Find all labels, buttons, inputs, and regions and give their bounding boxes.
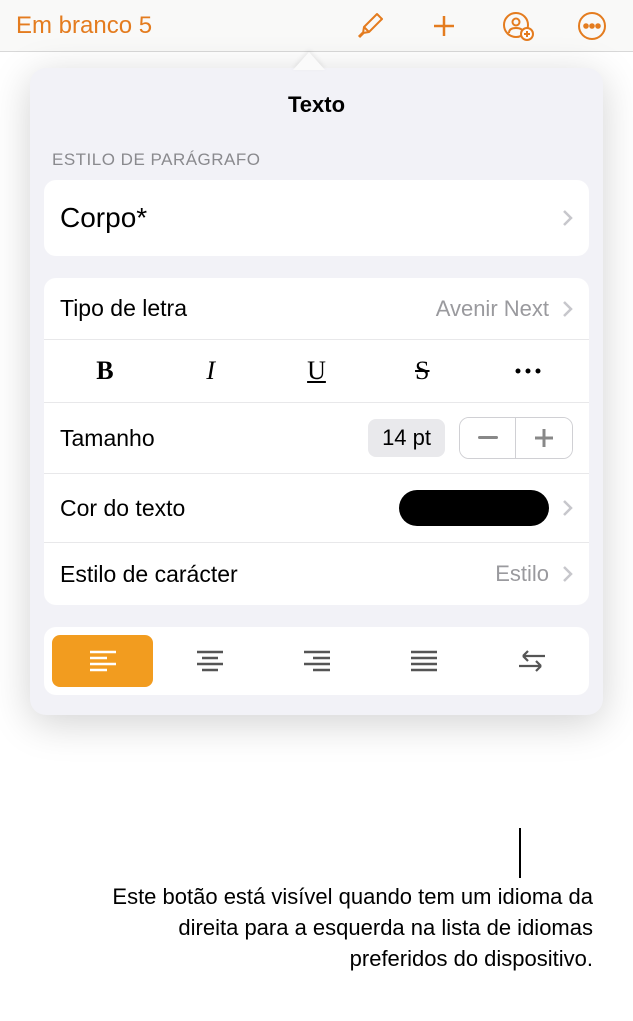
align-justify-button[interactable] (373, 635, 474, 687)
chevron-right-icon (561, 209, 573, 227)
toolbar-icons (353, 9, 609, 43)
size-value[interactable]: 14 pt (368, 419, 445, 457)
text-color-row[interactable]: Cor do texto (44, 474, 589, 543)
brush-icon[interactable] (353, 9, 387, 43)
paragraph-style-value: Corpo* (60, 202, 549, 234)
char-style-value: Estilo (495, 561, 549, 587)
bold-button[interactable]: B (75, 352, 135, 390)
more-icon[interactable] (575, 9, 609, 43)
color-label: Cor do texto (60, 495, 399, 522)
color-swatch (399, 490, 549, 526)
align-left-button[interactable] (52, 635, 153, 687)
size-decrease-button[interactable] (460, 418, 516, 458)
document-title[interactable]: Em branco 5 (16, 12, 353, 40)
chevron-right-icon (561, 499, 573, 517)
popover-title: Texto (30, 68, 603, 150)
text-settings-card: Tipo de letra Avenir Next B I U S Tamanh… (44, 278, 589, 605)
font-label: Tipo de letra (60, 295, 436, 322)
section-header: ESTILO DE PARÁGRAFO (30, 150, 603, 180)
size-stepper (459, 417, 573, 459)
more-format-button[interactable] (498, 352, 558, 390)
alignment-card (44, 627, 589, 695)
collaborate-icon[interactable] (501, 9, 535, 43)
callout-line (519, 828, 521, 878)
paragraph-style-row[interactable]: Corpo* (44, 180, 589, 256)
callout-text: Este botão está visível quando tem um id… (95, 882, 593, 974)
font-row[interactable]: Tipo de letra Avenir Next (44, 278, 589, 340)
underline-button[interactable]: U (286, 352, 346, 390)
format-buttons-row: B I U S (44, 340, 589, 403)
char-style-label: Estilo de carácter (60, 561, 495, 588)
size-label: Tamanho (60, 425, 368, 452)
character-style-row[interactable]: Estilo de carácter Estilo (44, 543, 589, 605)
toolbar: Em branco 5 (0, 0, 633, 52)
font-value: Avenir Next (436, 296, 549, 322)
popover-arrow (293, 52, 325, 70)
align-right-button[interactable] (266, 635, 367, 687)
paragraph-style-card: Corpo* (44, 180, 589, 256)
italic-button[interactable]: I (181, 352, 241, 390)
align-center-button[interactable] (159, 635, 260, 687)
chevron-right-icon (561, 565, 573, 583)
strikethrough-button[interactable]: S (392, 352, 452, 390)
format-popover: Texto ESTILO DE PARÁGRAFO Corpo* Tipo de… (30, 68, 603, 715)
size-increase-button[interactable] (516, 418, 572, 458)
plus-icon[interactable] (427, 9, 461, 43)
chevron-right-icon (561, 300, 573, 318)
size-row: Tamanho 14 pt (44, 403, 589, 474)
text-direction-button[interactable] (480, 635, 581, 687)
